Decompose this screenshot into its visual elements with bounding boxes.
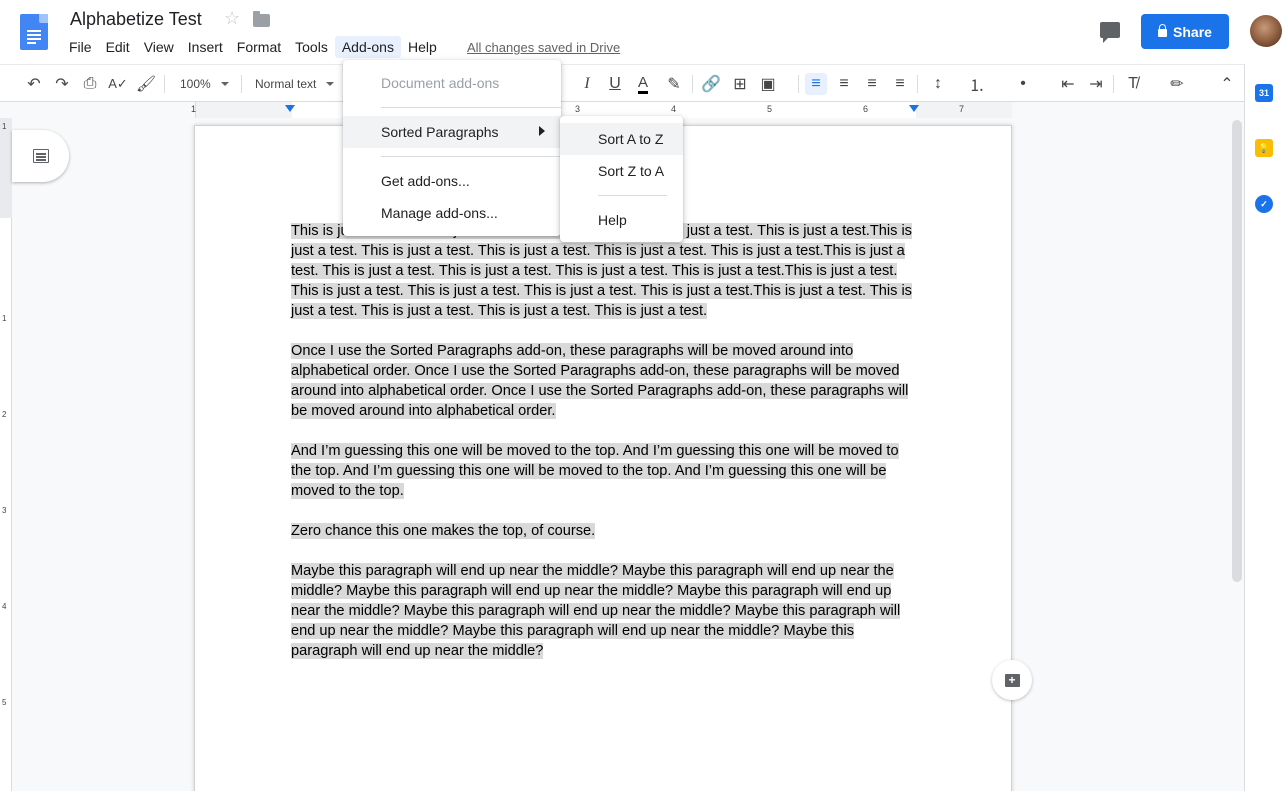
- chevron-down-icon: [220, 82, 229, 86]
- menu-item-label: Sorted Paragraphs: [381, 124, 499, 140]
- menu-item-document-addons: Document add-ons: [381, 75, 500, 91]
- right-indent-marker[interactable]: [909, 105, 919, 112]
- menu-bar: File Edit View Insert Format Tools Add-o…: [62, 36, 444, 58]
- vertical-ruler[interactable]: 1 1 2 3 4 5: [0, 118, 12, 791]
- align-left-icon[interactable]: ≡: [805, 73, 827, 95]
- ruler-number: 6: [863, 104, 869, 114]
- paragraph-text: And I’m guessing this one will be moved …: [291, 443, 899, 499]
- style-value: Normal text: [255, 77, 317, 91]
- paragraph-text: Zero chance this one makes the top, of c…: [291, 523, 596, 539]
- add-comment-icon: +: [1004, 673, 1020, 687]
- lock-icon: [1158, 24, 1168, 37]
- paragraph-text: Once I use the Sorted Paragraphs add-on,…: [291, 343, 909, 419]
- align-right-icon[interactable]: ≡: [861, 73, 883, 95]
- zoom-value: 100%: [180, 77, 211, 91]
- menu-format[interactable]: Format: [230, 36, 288, 58]
- paragraph[interactable]: Once I use the Sorted Paragraphs add-on,…: [291, 341, 915, 421]
- document-outline-button[interactable]: [12, 130, 69, 182]
- italic-button[interactable]: I: [576, 73, 598, 95]
- comment-icon[interactable]: [1100, 22, 1120, 43]
- menu-item-sorted-paragraphs[interactable]: Sorted Paragraphs: [343, 116, 561, 148]
- decrease-indent-icon[interactable]: ⇤: [1057, 73, 1079, 95]
- save-status-link[interactable]: All changes saved in Drive: [467, 40, 620, 55]
- ruler-number: 1: [191, 104, 197, 114]
- editing-mode-icon[interactable]: ✏: [1166, 73, 1188, 95]
- align-center-icon[interactable]: ≡: [833, 73, 855, 95]
- align-justify-icon[interactable]: ≡: [889, 73, 911, 95]
- ruler-number: 1: [2, 122, 7, 131]
- print-icon[interactable]: ⎙: [79, 73, 101, 95]
- ruler-number: 2: [2, 410, 7, 419]
- menu-item-sort-a-to-z[interactable]: Sort A to Z: [560, 123, 683, 155]
- paint-format-icon[interactable]: 🖌: [135, 73, 157, 95]
- calendar-icon[interactable]: 31: [1255, 84, 1273, 102]
- menu-tools[interactable]: Tools: [288, 36, 335, 58]
- toolbar: ↶ ↷ ⎙ A✓ 🖌 100% Normal text I U A ✎ 🔗 ⊞ …: [0, 64, 1244, 102]
- highlight-icon[interactable]: ✎: [663, 73, 685, 95]
- ruler-number: 1: [2, 314, 7, 323]
- clear-formatting-icon[interactable]: T̸: [1122, 73, 1144, 95]
- paragraph-text: Maybe this paragraph will end up near th…: [291, 563, 901, 659]
- insert-comment-icon[interactable]: ⊞: [729, 73, 751, 95]
- document-body[interactable]: This is just a test. This is just a test…: [291, 221, 915, 681]
- text-color-icon: A: [637, 74, 648, 94]
- ruler-number: 5: [767, 104, 773, 114]
- docs-logo-icon[interactable]: [20, 14, 48, 50]
- ruler-number: 4: [671, 104, 677, 114]
- menu-edit[interactable]: Edit: [99, 36, 137, 58]
- side-panel: 31 💡 ✓: [1244, 64, 1288, 791]
- menu-item-sort-z-to-a[interactable]: Sort Z to A: [560, 155, 683, 187]
- menu-item-help[interactable]: Help: [560, 204, 683, 236]
- menu-view[interactable]: View: [137, 36, 181, 58]
- spellcheck-icon[interactable]: A✓: [107, 73, 129, 95]
- ruler-number: 3: [2, 506, 7, 515]
- undo-icon[interactable]: ↶: [23, 73, 45, 95]
- folder-icon[interactable]: [253, 11, 270, 27]
- increase-indent-icon[interactable]: ⇥: [1085, 73, 1107, 95]
- collapse-toolbar-icon[interactable]: ⌃: [1216, 73, 1238, 95]
- paragraph[interactable]: Maybe this paragraph will end up near th…: [291, 561, 915, 661]
- ruler-number: 4: [2, 602, 7, 611]
- line-spacing-icon[interactable]: ↕: [927, 73, 949, 95]
- text-color-button[interactable]: A: [632, 73, 654, 95]
- paragraph[interactable]: Zero chance this one makes the top, of c…: [291, 521, 915, 541]
- chevron-down-icon: [326, 82, 335, 86]
- link-icon[interactable]: 🔗: [700, 73, 722, 95]
- paragraph[interactable]: And I’m guessing this one will be moved …: [291, 441, 915, 501]
- star-icon[interactable]: ☆: [224, 8, 240, 29]
- app-header: Alphabetize Test ☆ File Edit View Insert…: [0, 0, 1288, 64]
- redo-icon[interactable]: ↷: [51, 73, 73, 95]
- menu-item-get-addons[interactable]: Get add-ons...: [343, 165, 561, 197]
- menu-file[interactable]: File: [62, 36, 99, 58]
- scrollbar[interactable]: [1232, 120, 1242, 582]
- insert-image-icon[interactable]: ▣: [757, 73, 779, 95]
- bulleted-list-icon[interactable]: •: [1012, 73, 1034, 95]
- avatar[interactable]: [1250, 15, 1282, 47]
- zoom-select[interactable]: 100%: [180, 73, 229, 95]
- share-label: Share: [1173, 23, 1212, 40]
- add-comment-button[interactable]: +: [992, 660, 1032, 700]
- addons-dropdown-menu: Document add-ons Sorted Paragraphs Get a…: [343, 60, 561, 236]
- ruler-number: 3: [575, 104, 581, 114]
- menu-help[interactable]: Help: [401, 36, 444, 58]
- underline-button[interactable]: U: [604, 73, 626, 95]
- sorted-paragraphs-submenu: Sort A to Z Sort Z to A Help: [560, 116, 683, 242]
- share-button[interactable]: Share: [1141, 14, 1229, 49]
- style-select[interactable]: Normal text: [255, 73, 335, 95]
- menu-addons[interactable]: Add-ons: [334, 36, 401, 58]
- ruler-number: 5: [2, 698, 7, 707]
- left-indent-marker[interactable]: [285, 105, 295, 112]
- document-title[interactable]: Alphabetize Test: [70, 9, 202, 30]
- keep-icon[interactable]: 💡: [1255, 139, 1273, 157]
- numbered-list-icon[interactable]: ⒈: [966, 73, 988, 95]
- outline-icon: [32, 149, 49, 163]
- chevron-right-icon: [539, 126, 545, 136]
- menu-item-manage-addons[interactable]: Manage add-ons...: [343, 197, 561, 229]
- tasks-icon[interactable]: ✓: [1255, 195, 1273, 213]
- ruler-number: 7: [959, 104, 965, 114]
- menu-insert[interactable]: Insert: [181, 36, 230, 58]
